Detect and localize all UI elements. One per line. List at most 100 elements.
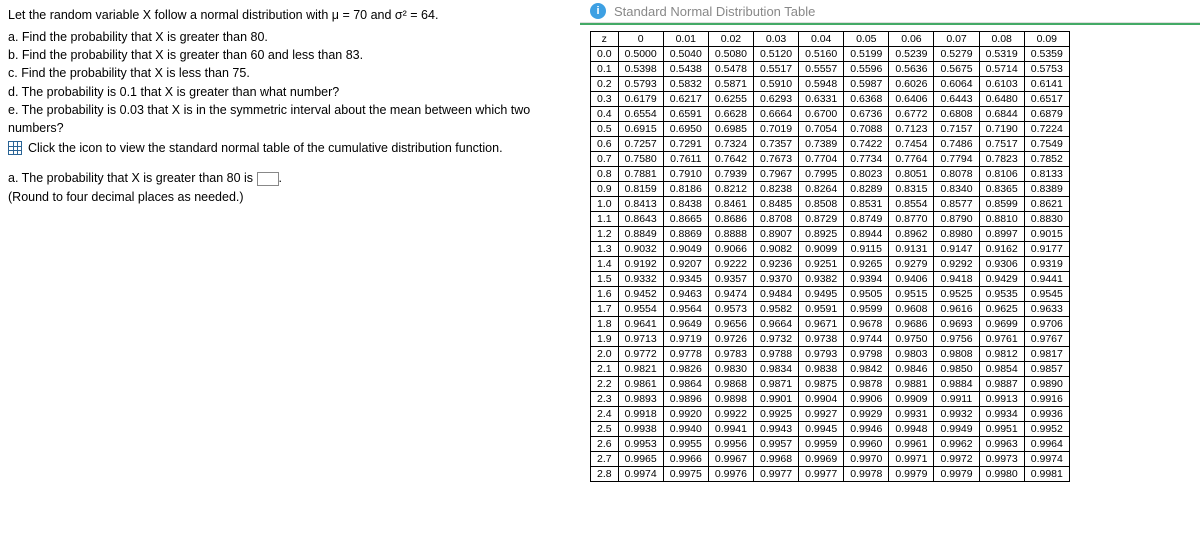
- z-cell: 0.9938: [618, 422, 663, 437]
- z-cell: 0.5948: [799, 77, 844, 92]
- z-cell: 0.9980: [979, 467, 1024, 482]
- z-cell: 0.8708: [753, 212, 798, 227]
- answer-input-a[interactable]: [257, 172, 279, 186]
- z-cell: 0.9066: [708, 242, 753, 257]
- z-cell: 0.9564: [663, 302, 708, 317]
- table-link[interactable]: Click the icon to view the standard norm…: [8, 141, 572, 155]
- info-icon: i: [590, 3, 606, 19]
- z-cell: 0.9573: [708, 302, 753, 317]
- z-cell: 1.9: [591, 332, 619, 347]
- z-table: z00.010.020.030.040.050.060.070.080.09 0…: [590, 31, 1070, 482]
- z-cell: 0.8621: [1024, 197, 1069, 212]
- z-cell: 0.6103: [979, 77, 1024, 92]
- z-cell: 0.9015: [1024, 227, 1069, 242]
- z-cell: 0.9664: [753, 317, 798, 332]
- z-cell: 0.7257: [618, 137, 663, 152]
- z-cell: 0.9756: [934, 332, 979, 347]
- z-cell: 0.7357: [753, 137, 798, 152]
- z-cell: 0.5753: [1024, 62, 1069, 77]
- z-cell: 0.4: [591, 107, 619, 122]
- z-cell: 0.8106: [979, 167, 1024, 182]
- z-cell: 0.9788: [753, 347, 798, 362]
- z-cell: 0.9913: [979, 392, 1024, 407]
- z-cell: 0.9767: [1024, 332, 1069, 347]
- z-cell: 0.8925: [799, 227, 844, 242]
- z-cell: 0.9974: [618, 467, 663, 482]
- table-row: 2.30.98930.98960.98980.99010.99040.99060…: [591, 392, 1070, 407]
- z-cell: 0.9332: [618, 272, 663, 287]
- z-col-head: 0.09: [1024, 32, 1069, 47]
- z-cell: 0.9896: [663, 392, 708, 407]
- z-cell: 0.9934: [979, 407, 1024, 422]
- table-row: 0.20.57930.58320.58710.59100.59480.59870…: [591, 77, 1070, 92]
- z-cell: 0.2: [591, 77, 619, 92]
- z-cell: 0.9131: [889, 242, 934, 257]
- z-cell: 0.9798: [844, 347, 889, 362]
- z-cell: 0.9: [591, 182, 619, 197]
- z-cell: 0.9738: [799, 332, 844, 347]
- z-cell: 0.9750: [889, 332, 934, 347]
- z-cell: 0.7764: [889, 152, 934, 167]
- z-cell: 0.8389: [1024, 182, 1069, 197]
- z-cell: 0.8997: [979, 227, 1024, 242]
- table-row: 0.40.65540.65910.66280.66640.67000.67360…: [591, 107, 1070, 122]
- z-cell: 0.8770: [889, 212, 934, 227]
- z-cell: 0.9525: [934, 287, 979, 302]
- z-cell: 0.9099: [799, 242, 844, 257]
- z-cell: 0.7580: [618, 152, 663, 167]
- table-row: 1.30.90320.90490.90660.90820.90990.91150…: [591, 242, 1070, 257]
- z-cell: 0.9429: [979, 272, 1024, 287]
- z-cell: 0.9975: [663, 467, 708, 482]
- z-cell: 0.9952: [1024, 422, 1069, 437]
- z-cell: 0.9452: [618, 287, 663, 302]
- z-cell: 0.9418: [934, 272, 979, 287]
- z-cell: 0.9936: [1024, 407, 1069, 422]
- z-cell: 0.7: [591, 152, 619, 167]
- z-cell: 0.9973: [979, 452, 1024, 467]
- table-row: 0.00.50000.50400.50800.51200.51600.51990…: [591, 47, 1070, 62]
- z-cell: 0.9901: [753, 392, 798, 407]
- table-row: 0.70.75800.76110.76420.76730.77040.77340…: [591, 152, 1070, 167]
- z-col-head: 0.06: [889, 32, 934, 47]
- z-cell: 0.9960: [844, 437, 889, 452]
- z-cell: 0.9207: [663, 257, 708, 272]
- z-cell: 1.0: [591, 197, 619, 212]
- z-cell: 0.7019: [753, 122, 798, 137]
- z-cell: 0.9505: [844, 287, 889, 302]
- z-cell: 0.9032: [618, 242, 663, 257]
- table-row: 1.40.91920.92070.92220.92360.92510.92650…: [591, 257, 1070, 272]
- z-cell: 0.6591: [663, 107, 708, 122]
- z-cell: 1.6: [591, 287, 619, 302]
- z-cell: 0.5714: [979, 62, 1024, 77]
- z-cell: 0.7486: [934, 137, 979, 152]
- z-cell: 0.8212: [708, 182, 753, 197]
- z-cell: 2.5: [591, 422, 619, 437]
- z-cell: 0.9535: [979, 287, 1024, 302]
- z-cell: 0.1: [591, 62, 619, 77]
- z-cell: 0.9808: [934, 347, 979, 362]
- z-cell: 0.9192: [618, 257, 663, 272]
- z-cell: 0.9898: [708, 392, 753, 407]
- popup-title: Standard Normal Distribution Table: [614, 4, 815, 19]
- z-cell: 2.2: [591, 377, 619, 392]
- z-cell: 1.3: [591, 242, 619, 257]
- z-cell: 0.5557: [799, 62, 844, 77]
- z-cell: 0.9911: [934, 392, 979, 407]
- z-cell: 0.8665: [663, 212, 708, 227]
- answer-period: .: [279, 171, 282, 185]
- z-cell: 0.9918: [618, 407, 663, 422]
- question-panel: Let the random variable X follow a norma…: [0, 0, 580, 540]
- z-cell: 0.8: [591, 167, 619, 182]
- z-cell: 0.7910: [663, 167, 708, 182]
- table-row: 2.60.99530.99550.99560.99570.99590.99600…: [591, 437, 1070, 452]
- z-cell: 0.9846: [889, 362, 934, 377]
- z-cell: 2.7: [591, 452, 619, 467]
- z-cell: 0.8962: [889, 227, 934, 242]
- z-cell: 0.9904: [799, 392, 844, 407]
- z-cell: 2.0: [591, 347, 619, 362]
- z-cell: 0.8749: [844, 212, 889, 227]
- table-scroll[interactable]: z00.010.020.030.040.050.060.070.080.09 0…: [580, 23, 1200, 488]
- z-cell: 0.7088: [844, 122, 889, 137]
- z-cell: 0.7642: [708, 152, 753, 167]
- z-cell: 0.8438: [663, 197, 708, 212]
